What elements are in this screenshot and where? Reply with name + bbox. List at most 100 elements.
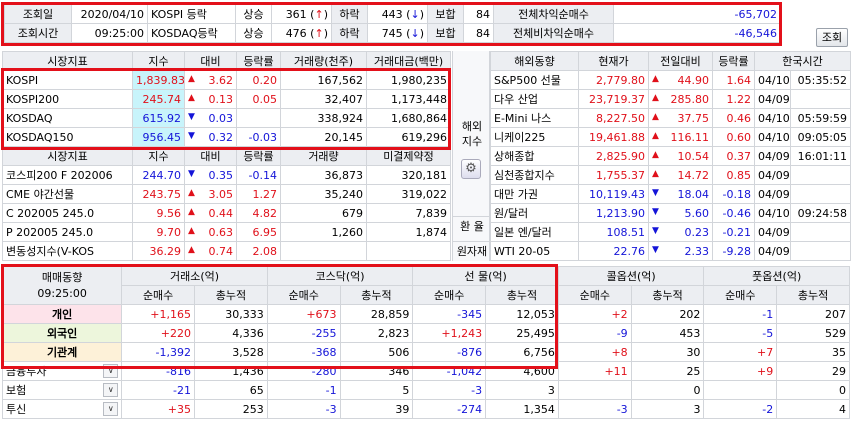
net-buy-value: -876 [412, 342, 487, 362]
up-triangle-icon: ▲ [188, 92, 195, 103]
net-buy-value [557, 380, 632, 400]
col-header: 미결제약정 [366, 146, 451, 166]
overseas-row[interactable]: S&P500 선물 2,779.80 ▲ 44.90 1.64 04/10 05:… [490, 70, 852, 90]
up-triangle-icon: ▲ [188, 187, 195, 198]
down-triangle-icon: ▼ [652, 187, 659, 198]
trend-row[interactable]: 개인 +1,165 30,333 +673 28,859 -345 12,053 +2 202-… [1, 304, 850, 324]
col-header: 시장지표 [2, 51, 133, 71]
kospi-up-count: 361 (↑) [271, 4, 332, 24]
cumulative-value: 65 [194, 380, 268, 400]
up-triangle-icon: ▲ [652, 73, 659, 84]
volume-value: 20,145 [280, 127, 367, 147]
investor-select[interactable]: 투신 ∨ [1, 399, 123, 419]
overseas-name: 대만 가권 [490, 184, 579, 204]
change-cell: ▼ 0.32 [184, 127, 237, 147]
amount-value: 619,296 [366, 127, 451, 147]
cumulative-value: 30,333 [194, 304, 268, 324]
market-row[interactable]: KOSPI 1,839.83 ▲ 3.62 0.20 167,562 1,980,… [2, 70, 451, 90]
investor-name: 개인 [1, 304, 123, 324]
query-button[interactable]: 조회 [816, 28, 848, 47]
overseas-row[interactable]: 니케이225 19,461.88 ▲ 116.11 0.60 04/10 09:0… [490, 127, 852, 147]
market-row[interactable]: CME 야간선물 243.75 ▲ 3.05 1.27 35,240 319,02… [2, 184, 451, 204]
net-buy-value: -5 [703, 323, 778, 343]
overseas-time: 05:59:59 [789, 108, 852, 128]
overseas-row[interactable]: 일본 엔/달러 108.51 ▼ 0.23 -0.21 04/09 [490, 222, 852, 242]
net-buy-value: -2 [703, 399, 778, 419]
kospi-breadth-label: KOSPI 등락 [147, 4, 236, 24]
net-buy-value: -255 [266, 323, 341, 343]
trend-row[interactable]: 금융투자 ∨ -816 1,436 -280 346 -1,042 4,600 +11 25 +9 2… [1, 361, 850, 381]
up-triangle-icon: ▲ [652, 168, 659, 179]
market-row[interactable]: KOSDAQ 615.92 ▼ 0.03 338,924 1,680,864 [2, 108, 451, 128]
volume-value: 679 [280, 203, 367, 223]
overseas-row[interactable]: WTI 20-05 22.76 ▼ 2.33 -9.28 04/09 [490, 241, 852, 261]
cumulative-value: 3 [630, 399, 705, 419]
overseas-price: 108.51 [578, 222, 649, 242]
overseas-row[interactable]: 다우 산업 23,719.37 ▲ 285.80 1.22 04/09 [490, 89, 852, 109]
col-header: 거래대금(백만) [366, 51, 451, 71]
cumulative-value: 4,600 [485, 361, 559, 381]
market-row[interactable]: C 202005 245.0 9.56 ▲ 0.44 4.82 679 7,839 [2, 203, 451, 223]
sub-header-total: 총누적 [194, 285, 268, 305]
amount-value: 319,022 [366, 184, 451, 204]
up-triangle-icon: ▲ [188, 244, 195, 255]
index-value: 956.45 [132, 127, 185, 147]
sub-header-total: 총누적 [630, 285, 705, 305]
cumulative-value: 253 [194, 399, 268, 419]
net-buy-value [703, 380, 778, 400]
overseas-rate: -9.28 [712, 241, 755, 261]
market-row[interactable]: 코스피200 F 202006 244.70 ▼ 0.35 -0.14 36,87… [2, 165, 451, 185]
down-triangle-icon: ▼ [652, 244, 659, 255]
rate-value [236, 108, 281, 128]
investor-select[interactable]: 금융투자 ∨ [1, 361, 123, 381]
market-indicators: 시장지표 지수 대비 등락률 거래량(천주) 거래대금(백만) KOSPI 1,… [2, 51, 451, 261]
sub-header-net: 순매수 [703, 285, 778, 305]
amount-value: 1,173,448 [366, 89, 451, 109]
overseas-row[interactable]: 대만 가권 10,119.43 ▼ 18.04 -0.18 04/09 [490, 184, 852, 204]
gear-icon[interactable]: ⚙ [461, 159, 481, 179]
market-row[interactable]: KOSPI200 245.74 ▲ 0.13 0.05 32,407 1,173,… [2, 89, 451, 109]
trend-row[interactable]: 외국인 +220 4,336 -255 2,823 +1,243 25,495 -9 453 -5… [1, 323, 850, 343]
trend-row[interactable]: 투신 ∨ +35 253 -3 39 -274 1,354 -3 3 -2 4 [1, 399, 850, 419]
up-triangle-icon: ▲ [652, 130, 659, 141]
overseas-row[interactable]: 심천종합지수 1,755.37 ▲ 14.72 0.85 04/09 [490, 165, 852, 185]
cumulative-value: 30 [630, 342, 705, 362]
overseas-rate: 1.22 [712, 89, 755, 109]
overseas-date: 04/10 [754, 108, 791, 128]
net-buy-value: +220 [121, 323, 196, 343]
overseas-row[interactable]: 원/달러 1,213.90 ▼ 5.60 -0.46 04/10 09:24:58 [490, 203, 852, 223]
cumulative-value: 25 [630, 361, 705, 381]
market-row[interactable]: KOSDAQ150 956.45 ▼ 0.32 -0.03 20,145 619,… [2, 127, 451, 147]
investor-select[interactable]: 보험 ∨ [1, 380, 123, 400]
date-label: 조회일 [4, 4, 72, 24]
fx-label[interactable]: 환 율 [453, 216, 491, 235]
trend-row[interactable]: 보험 ∨ -21 65 -1 5 -3 3 0 0 [1, 380, 850, 400]
kosdaq-up-count: 476 (↑) [271, 23, 332, 43]
cumulative-value: 453 [630, 323, 705, 343]
time-value[interactable]: 09:25:00 [71, 23, 148, 43]
market-header-row-2: 시장지표 지수 대비 등락률 거래량 미결제약정 [2, 146, 451, 166]
chevron-down-icon[interactable]: ∨ [103, 402, 119, 416]
overseas-index-label[interactable]: 해외지수 [457, 119, 487, 149]
trend-row[interactable]: 기관계 -1,392 3,528 -368 506 -876 6,756 +8 30 +7 35 [1, 342, 850, 362]
commodities-label[interactable]: 원자재 [453, 241, 491, 261]
net-buy-value: -1,042 [412, 361, 487, 381]
market-row[interactable]: P 202005 245.0 9.70 ▲ 0.63 6.95 1,260 1,8… [2, 222, 451, 242]
chevron-down-icon[interactable]: ∨ [103, 383, 119, 397]
up-label: 상승 [235, 4, 272, 24]
down-triangle-icon: ▼ [188, 130, 195, 141]
change-cell: ▼ 0.35 [184, 165, 237, 185]
flat-label: 보합 [427, 4, 464, 24]
overseas-row[interactable]: 상해종합 2,825.90 ▲ 10.54 0.37 04/09 16:01:11 [490, 146, 852, 166]
market-row[interactable]: 변동성지수(V-KOS 36.29 ▲ 0.74 2.08 [2, 241, 451, 261]
investor-name: 기관계 [1, 342, 123, 362]
sub-header-net: 순매수 [121, 285, 196, 305]
kospi-flat-count: 84 [463, 4, 494, 24]
chevron-down-icon[interactable]: ∨ [103, 364, 119, 378]
down-triangle-icon: ▼ [188, 111, 195, 122]
date-value[interactable]: 2020/04/10 [71, 4, 148, 24]
overseas-row[interactable]: E-Mini 나스 8,227.50 ▲ 37.75 0.46 04/10 05:… [490, 108, 852, 128]
overseas-price: 8,227.50 [578, 108, 649, 128]
net-buy-value: +35 [121, 399, 196, 419]
overseas-name: E-Mini 나스 [490, 108, 579, 128]
